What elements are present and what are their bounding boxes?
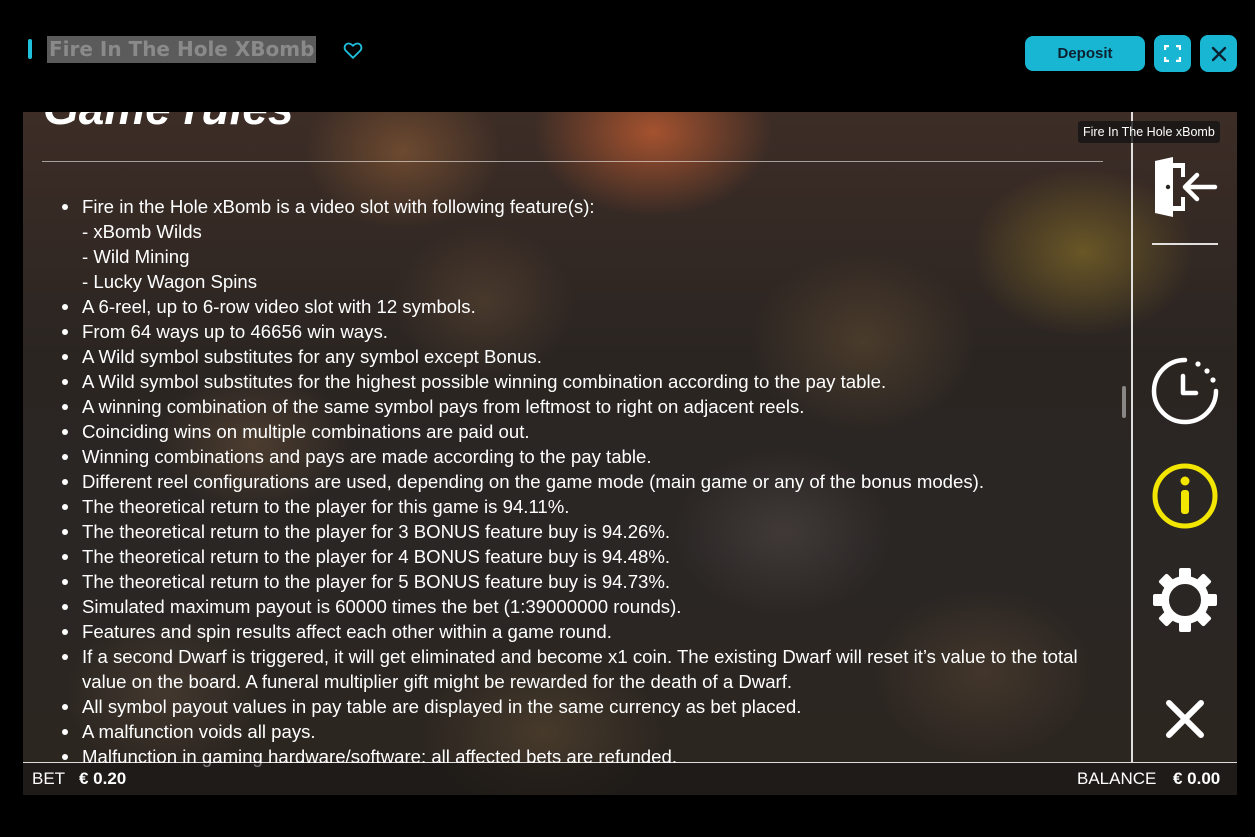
rule-item: A winning combination of the same symbol… bbox=[62, 394, 1082, 419]
fullscreen-icon bbox=[1164, 45, 1181, 62]
rule-sublist: - xBomb Wilds - Wild Mining - Lucky Wagon … bbox=[82, 219, 1082, 294]
rule-item: The theoretical return to the player for… bbox=[62, 544, 1082, 569]
rule-item: A Wild symbol substitutes for the highes… bbox=[62, 369, 1082, 394]
rule-text: A malfunction voids all pays. bbox=[82, 721, 316, 742]
fullscreen-button[interactable] bbox=[1154, 35, 1191, 72]
bottom-bar: BET € 0.20 BALANCE € 0.00 bbox=[23, 763, 1237, 795]
rule-item: If a second Dwarf is triggered, it will … bbox=[62, 644, 1082, 694]
heart-icon[interactable] bbox=[342, 39, 364, 61]
scrollbar-thumb[interactable] bbox=[1122, 386, 1126, 418]
rule-text: Simulated maximum payout is 60000 times … bbox=[82, 596, 682, 617]
balance-value: € 0.00 bbox=[1173, 769, 1221, 788]
top-bar: Fire In The Hole XBomb Deposit bbox=[0, 0, 1255, 100]
rules-list: Fire in the Hole xBomb is a video slot w… bbox=[62, 194, 1082, 769]
rule-subitem: - Lucky Wagon Spins bbox=[82, 271, 257, 292]
rule-text: A Wild symbol substitutes for the highes… bbox=[82, 371, 887, 392]
rules-heading: Game rules bbox=[43, 112, 294, 136]
rule-text: The theoretical return to the player for… bbox=[82, 571, 671, 592]
game-title: Fire In The Hole XBomb bbox=[47, 36, 317, 63]
balance-label: BALANCE bbox=[1077, 769, 1157, 788]
rule-text: The theoretical return to the player for… bbox=[82, 521, 671, 542]
rule-text: The theoretical return to the player for… bbox=[82, 546, 671, 567]
deposit-button[interactable]: Deposit bbox=[1025, 36, 1145, 71]
rule-item: Simulated maximum payout is 60000 times … bbox=[62, 594, 1082, 619]
rule-text: From 64 ways up to 46656 win ways. bbox=[82, 321, 388, 342]
rule-item: Coinciding wins on multiple combinations… bbox=[62, 419, 1082, 444]
rule-item: A 6-reel, up to 6-row video slot with 12… bbox=[62, 294, 1082, 319]
rule-text: A 6-reel, up to 6-row video slot with 12… bbox=[82, 296, 476, 317]
game-tooltip: Fire In The Hole xBomb bbox=[1078, 121, 1220, 143]
rule-subitem: - xBomb Wilds bbox=[82, 221, 202, 242]
side-panel-divider bbox=[1131, 112, 1133, 762]
title-accent bbox=[28, 39, 32, 59]
rule-text: Coinciding wins on multiple combinations… bbox=[82, 421, 530, 442]
history-icon[interactable] bbox=[1150, 356, 1220, 426]
rule-item: The theoretical return to the player for… bbox=[62, 519, 1082, 544]
rule-item: The theoretical return to the player for… bbox=[62, 494, 1082, 519]
rule-item: Fire in the Hole xBomb is a video slot w… bbox=[62, 194, 1082, 294]
rule-text: The theoretical return to the player for… bbox=[82, 496, 570, 517]
rule-text: A winning combination of the same symbol… bbox=[82, 396, 805, 417]
rule-text: If a second Dwarf is triggered, it will … bbox=[82, 646, 1078, 692]
bet-value: € 0.20 bbox=[79, 769, 127, 788]
rule-item: Features and spin results affect each ot… bbox=[62, 619, 1082, 644]
rule-text: All symbol payout values in pay table ar… bbox=[82, 696, 802, 717]
heading-divider bbox=[42, 161, 1103, 162]
info-icon[interactable] bbox=[1150, 461, 1220, 531]
rule-subitem: - Wild Mining bbox=[82, 246, 190, 267]
rule-item: A malfunction voids all pays. bbox=[62, 719, 1082, 744]
game-area: Game rules Fire in the Hole xBomb is a v… bbox=[23, 112, 1237, 795]
exit-icon[interactable] bbox=[1151, 155, 1219, 219]
close-game-button[interactable] bbox=[1200, 35, 1237, 72]
rule-item: All symbol payout values in pay table ar… bbox=[62, 694, 1082, 719]
rule-text: Winning combinations and pays are made a… bbox=[82, 446, 652, 467]
rule-item: A Wild symbol substitutes for any symbol… bbox=[62, 344, 1082, 369]
close-icon bbox=[1211, 46, 1226, 61]
side-panel-separator bbox=[1152, 243, 1218, 245]
rule-item: Different reel configurations are used, … bbox=[62, 469, 1082, 494]
rule-text: Different reel configurations are used, … bbox=[82, 471, 984, 492]
rule-item: From 64 ways up to 46656 win ways. bbox=[62, 319, 1082, 344]
rule-item: Winning combinations and pays are made a… bbox=[62, 444, 1082, 469]
settings-icon[interactable] bbox=[1150, 565, 1220, 635]
rule-item: The theoretical return to the player for… bbox=[62, 569, 1082, 594]
close-rules-icon[interactable] bbox=[1163, 697, 1207, 741]
rule-text: A Wild symbol substitutes for any symbol… bbox=[82, 346, 542, 367]
rule-text: Fire in the Hole xBomb is a video slot w… bbox=[82, 196, 595, 217]
bet-label: BET bbox=[32, 769, 66, 788]
rule-text: Features and spin results affect each ot… bbox=[82, 621, 612, 642]
